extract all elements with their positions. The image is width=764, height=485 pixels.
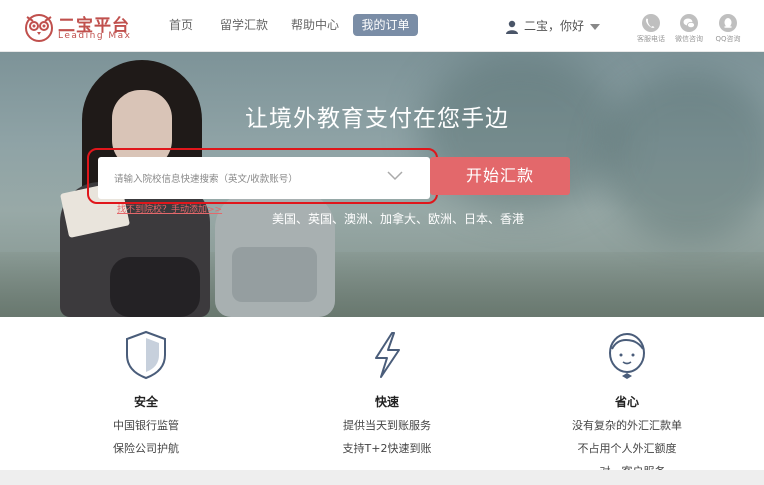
background-foliage bbox=[600, 72, 764, 242]
contact-qq[interactable]: QQ咨询 bbox=[708, 14, 748, 44]
brand-logo[interactable]: 二宝平台 Leading Max bbox=[24, 9, 134, 43]
start-remittance-button[interactable]: 开始汇款 bbox=[430, 157, 570, 195]
contact-qq-label: QQ咨询 bbox=[715, 35, 741, 43]
features-section: 安全 中国银行监管 保险公司护航 快速 提供当天到账服务 支持T+2快速到账 省… bbox=[0, 317, 764, 478]
feature-fast: 快速 提供当天到账服务 支持T+2快速到账 bbox=[287, 329, 487, 456]
hero-regions: 美国、英国、澳洲、加拿大、欧洲、日本、香港 bbox=[272, 212, 525, 226]
feature-desc: 提供当天到账服务 bbox=[343, 419, 431, 432]
feature-title: 省心 bbox=[614, 395, 639, 409]
phone-icon bbox=[642, 14, 660, 32]
brand-subtitle: Leading Max bbox=[58, 31, 132, 41]
top-header: 二宝平台 Leading Max 首页 留学汇款 帮助中心 我的订单 二宝，你好… bbox=[0, 0, 764, 52]
feature-easy: 省心 没有复杂的外汇汇款单 不占用个人外汇额度 一对一客户服务 bbox=[527, 329, 727, 479]
search-highlight-annotation bbox=[87, 148, 438, 204]
nav-study-remittance[interactable]: 留学汇款 bbox=[220, 16, 268, 33]
feature-desc: 中国银行监管 bbox=[113, 419, 179, 432]
hero-photo-backpack-pocket bbox=[232, 247, 317, 302]
contact-phone-label: 客服电话 bbox=[637, 35, 665, 43]
hero-photo-legs bbox=[110, 257, 200, 317]
manual-add-school-link[interactable]: 找不到院校？手动添加>> bbox=[117, 202, 222, 215]
lightning-icon bbox=[375, 332, 400, 378]
footer-strip bbox=[0, 470, 764, 485]
owl-logo-icon bbox=[25, 14, 53, 42]
feature-desc: 没有复杂的外汇汇款单 bbox=[572, 419, 682, 432]
contact-wechat[interactable]: 微信咨询 bbox=[669, 14, 709, 44]
nav-help-center[interactable]: 帮助中心 bbox=[291, 16, 339, 33]
hero-banner: 让境外教育支付在您手边 请输入院校信息快速搜索（英文/收款账号） 开始汇款 美国… bbox=[0, 52, 764, 317]
shield-icon bbox=[126, 330, 166, 380]
user-icon bbox=[506, 20, 518, 34]
wechat-icon bbox=[680, 14, 698, 32]
nav-my-orders[interactable]: 我的订单 bbox=[353, 14, 418, 36]
feature-desc: 支持T+2快速到账 bbox=[342, 442, 432, 455]
contact-phone[interactable]: 客服电话 bbox=[631, 14, 671, 44]
nav-home[interactable]: 首页 bbox=[169, 16, 193, 33]
customer-service-icon bbox=[609, 333, 645, 379]
hero-title: 让境外教育支付在您手边 bbox=[245, 106, 509, 132]
feature-desc: 保险公司护航 bbox=[113, 442, 179, 455]
feature-safe: 安全 中国银行监管 保险公司护航 bbox=[46, 329, 246, 456]
feature-title: 快速 bbox=[374, 395, 399, 409]
chevron-down-icon bbox=[590, 23, 601, 30]
feature-title: 安全 bbox=[133, 395, 158, 409]
user-greeting: 二宝，你好 bbox=[524, 19, 585, 33]
qq-icon bbox=[719, 14, 737, 32]
user-menu[interactable]: 二宝，你好 bbox=[506, 17, 601, 34]
contact-wechat-label: 微信咨询 bbox=[675, 35, 703, 43]
feature-desc: 不占用个人外汇额度 bbox=[577, 442, 677, 455]
